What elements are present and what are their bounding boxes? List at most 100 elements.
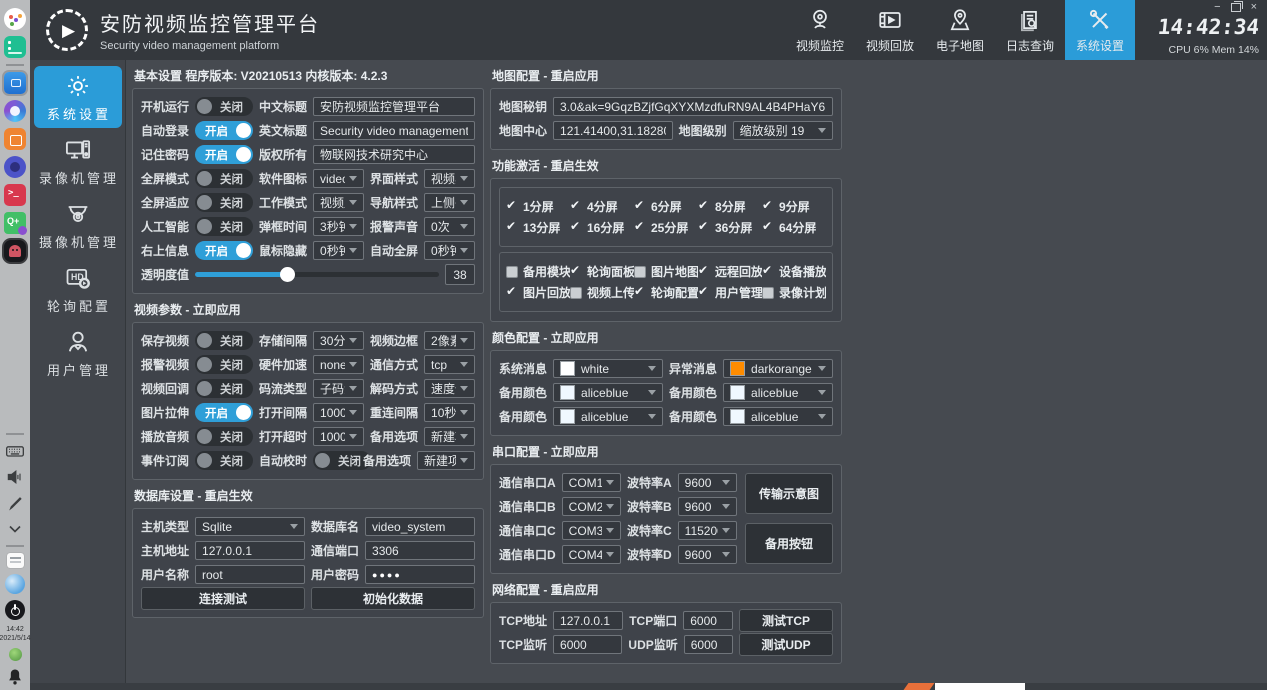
ui-style-select[interactable]: 视频黑	[424, 169, 475, 188]
hw-accel-select[interactable]: none	[313, 355, 364, 374]
remember-password-toggle[interactable]: 开启	[195, 145, 253, 164]
video-border-select[interactable]: 2像素	[424, 331, 475, 350]
popup-time-select[interactable]: 3秒钟	[313, 217, 364, 236]
tcp-address-input[interactable]	[553, 611, 623, 630]
auto-fullscreen-select[interactable]: 0秒钟	[424, 241, 475, 260]
spare-color-select-3[interactable]: aliceblue	[553, 407, 663, 426]
weather-icon[interactable]	[5, 574, 25, 594]
minimize-icon[interactable]: −	[1214, 2, 1220, 13]
feature-checkbox[interactable]: 1分屏	[506, 198, 570, 215]
feature-checkbox[interactable]: 轮询配置	[634, 284, 698, 301]
image-stretch-toggle[interactable]: 开启	[195, 403, 253, 422]
host-address-input[interactable]	[195, 541, 305, 560]
stream-type-select[interactable]: 子码流	[313, 379, 364, 398]
username-input[interactable]	[195, 565, 305, 584]
mouse-hide-select[interactable]: 0秒钟	[313, 241, 364, 260]
feature-checkbox[interactable]: 远程回放	[698, 263, 762, 280]
baud-d-select[interactable]: 9600	[678, 545, 737, 564]
system-msg-color-select[interactable]: white	[553, 359, 663, 378]
feature-checkbox[interactable]: 备用模块	[506, 263, 570, 280]
sidebar-item-camera-management[interactable]: 摄像机管理	[34, 194, 122, 256]
feature-checkbox[interactable]: 8分屏	[698, 198, 762, 215]
feature-checkbox[interactable]: 64分屏	[762, 219, 826, 236]
sidebar-item-system-settings[interactable]: 系统设置	[34, 66, 122, 128]
password-input[interactable]	[365, 565, 475, 584]
sidebar-item-user-management[interactable]: 用户管理	[34, 322, 122, 384]
system-tweaks-icon[interactable]	[4, 156, 26, 178]
feature-checkbox[interactable]: 6分屏	[634, 198, 698, 215]
close-icon[interactable]: ×	[1251, 2, 1257, 13]
feature-checkbox[interactable]: 4分屏	[570, 198, 634, 215]
feature-checkbox[interactable]: 设备播放	[762, 263, 826, 280]
tcp-port-input[interactable]	[683, 611, 733, 630]
spare-button[interactable]: 备用按钮	[745, 523, 833, 564]
nav-log-query[interactable]: 日志查询	[999, 0, 1061, 60]
connect-test-button[interactable]: 连接测试	[141, 587, 305, 610]
app-launcher-icon[interactable]	[4, 8, 26, 30]
nav-e-map[interactable]: 电子地图	[929, 0, 991, 60]
spare-color-select-2[interactable]: aliceblue	[723, 383, 833, 402]
test-udp-button[interactable]: 测试UDP	[739, 633, 833, 656]
error-msg-color-select[interactable]: darkorange	[723, 359, 833, 378]
spare-option-select-1[interactable]: 新建项目	[424, 427, 475, 446]
com-b-select[interactable]: COM2	[562, 497, 621, 516]
transfer-diagram-button[interactable]: 传输示意图	[745, 473, 833, 514]
baud-a-select[interactable]: 9600	[678, 473, 737, 492]
feature-checkbox[interactable]: 13分屏	[506, 219, 570, 236]
bell-icon[interactable]	[5, 667, 25, 687]
feature-checkbox[interactable]: 9分屏	[762, 198, 826, 215]
init-data-button[interactable]: 初始化数据	[311, 587, 475, 610]
event-subscribe-toggle[interactable]: 关闭	[195, 451, 253, 470]
fullscreen-fit-toggle[interactable]: 关闭	[195, 193, 253, 212]
map-key-input[interactable]	[553, 97, 833, 116]
feature-checkbox[interactable]: 36分屏	[698, 219, 762, 236]
copyright-input[interactable]	[313, 145, 475, 164]
sidebar-item-polling-config[interactable]: HD轮询配置	[34, 258, 122, 320]
sidebar-item-recorder-management[interactable]: 录像机管理	[34, 130, 122, 192]
alarm-video-toggle[interactable]: 关闭	[195, 355, 253, 374]
feature-checkbox[interactable]: 轮询面板	[570, 263, 634, 280]
decode-mode-select[interactable]: 速度优先	[424, 379, 475, 398]
save-video-toggle[interactable]: 关闭	[195, 331, 253, 350]
map-center-input[interactable]	[553, 121, 673, 140]
nav-video-monitor[interactable]: 视频监控	[789, 0, 851, 60]
fullscreen-mode-toggle[interactable]: 关闭	[195, 169, 253, 188]
feature-checkbox[interactable]: 25分屏	[634, 219, 698, 236]
qt-creator-icon[interactable]	[4, 212, 26, 234]
ai-toggle[interactable]: 关闭	[195, 217, 253, 236]
test-tcp-button[interactable]: 测试TCP	[739, 609, 833, 632]
transparency-slider[interactable]	[195, 265, 439, 284]
reconnect-interval-select[interactable]: 10秒钟	[424, 403, 475, 422]
browser-icon[interactable]	[4, 100, 26, 122]
input-method-icon[interactable]	[7, 553, 24, 568]
feature-checkbox[interactable]: 录像计划	[762, 284, 826, 301]
udp-listen-input[interactable]	[684, 635, 733, 654]
spare-color-select-4[interactable]: aliceblue	[723, 407, 833, 426]
feature-checkbox[interactable]: 16分屏	[570, 219, 634, 236]
nav-style-select[interactable]: 上侧+上侧	[424, 193, 475, 212]
storage-interval-select[interactable]: 30分钟	[313, 331, 364, 350]
slider-knob[interactable]	[280, 267, 295, 282]
host-type-select[interactable]: Sqlite	[195, 517, 305, 536]
chevron-down-icon[interactable]	[5, 519, 25, 539]
tcp-listen-input[interactable]	[553, 635, 622, 654]
notes-app-icon[interactable]	[4, 36, 26, 58]
topright-info-toggle[interactable]: 开启	[195, 241, 253, 260]
comm-mode-select[interactable]: tcp	[424, 355, 475, 374]
db-name-input[interactable]	[365, 517, 475, 536]
feature-checkbox[interactable]: 图片回放	[506, 284, 570, 301]
open-timeout-select[interactable]: 10000毫秒	[313, 427, 364, 446]
file-manager-icon[interactable]	[4, 72, 26, 94]
keyboard-icon[interactable]	[5, 441, 25, 461]
video-app-icon[interactable]	[4, 240, 26, 262]
comm-port-input[interactable]	[365, 541, 475, 560]
nav-video-playback[interactable]: 视频回放	[859, 0, 921, 60]
feature-checkbox[interactable]: 用户管理	[698, 284, 762, 301]
alarm-sound-select[interactable]: 0次	[424, 217, 475, 236]
baud-c-select[interactable]: 115200	[678, 521, 737, 540]
terminal-icon[interactable]	[4, 184, 26, 206]
spare-option-select-2[interactable]: 新建项目	[417, 451, 475, 470]
video-callback-toggle[interactable]: 关闭	[195, 379, 253, 398]
com-c-select[interactable]: COM3	[562, 521, 621, 540]
volume-icon[interactable]	[5, 467, 25, 487]
